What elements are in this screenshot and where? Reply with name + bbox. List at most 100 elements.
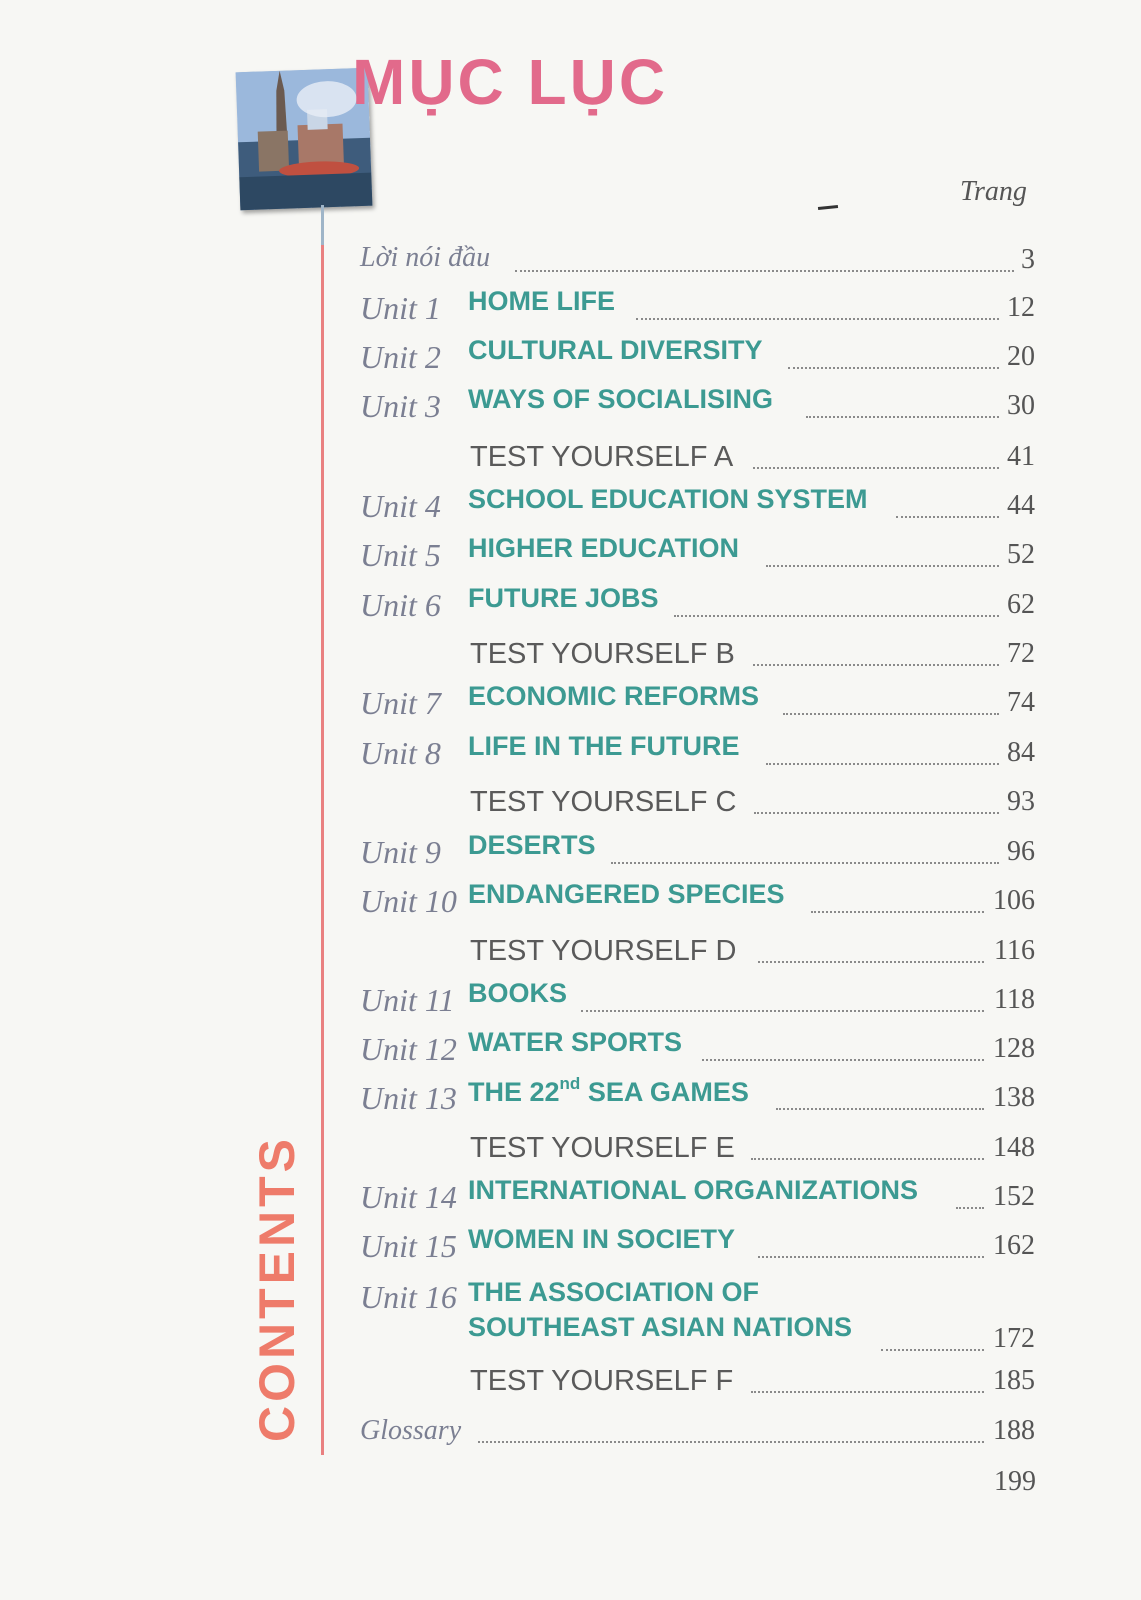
leader-dots	[766, 563, 999, 567]
toc-row: Unit 6 FUTURE JOBS 62	[360, 583, 1035, 623]
leader-dots	[753, 662, 999, 666]
test-title: TEST YOURSELF A	[470, 441, 734, 473]
leader-dots	[811, 909, 984, 913]
leader-dots	[753, 465, 999, 469]
preface-label: Lời nói đầu	[360, 242, 491, 273]
leader-dots	[478, 1439, 984, 1443]
toc-row: Unit 1 HOME LIFE 12	[360, 286, 1035, 326]
page-title: MỤC LỤC	[352, 46, 669, 118]
page-ref: 41	[1007, 441, 1035, 472]
page-ref: 162	[993, 1230, 1035, 1261]
test-title: TEST YOURSELF E	[470, 1132, 735, 1164]
unit-label: Unit 1	[360, 290, 441, 326]
unit-label: Unit 16	[360, 1279, 457, 1315]
toc-row: Unit 15 WOMEN IN SOCIETY 162	[360, 1224, 1035, 1264]
glossary-label: Glossary	[360, 1415, 462, 1446]
toc-row: Glossary 188	[360, 1409, 1035, 1449]
page-ref: 188	[993, 1415, 1035, 1446]
page-ref: 20	[1007, 341, 1035, 372]
unit-title: HOME LIFE	[468, 286, 615, 316]
page-ref: 116	[994, 935, 1035, 966]
unit-label: Unit 13	[360, 1080, 457, 1116]
leader-dots	[766, 761, 999, 765]
unit-title: WOMEN IN SOCIETY	[468, 1224, 736, 1254]
side-label: CONTENTS	[249, 1135, 305, 1442]
page-ref: 93	[1007, 786, 1035, 817]
unit-label: Unit 11	[360, 982, 455, 1018]
page-ref: 52	[1007, 539, 1035, 570]
page-ref: 152	[993, 1181, 1035, 1212]
toc-row: Unit 9 DESERTS 96	[360, 830, 1035, 870]
toc-row: Unit 8 LIFE IN THE FUTURE 84	[360, 731, 1035, 771]
unit-title: HIGHER EDUCATION	[468, 533, 740, 563]
leader-dots	[751, 1389, 984, 1393]
leader-dots	[754, 810, 999, 814]
unit-title: ECONOMIC REFORMS	[468, 681, 760, 711]
leader-dots	[881, 1347, 984, 1351]
unit-title: FUTURE JOBS	[468, 583, 659, 613]
leader-dots	[788, 365, 999, 369]
toc-row: Unit 4 SCHOOL EDUCATION SYSTEM 44	[360, 484, 1035, 524]
toc-row: Unit 3 WAYS OF SOCIALISING 30	[360, 384, 1035, 424]
unit-label: Unit 14	[360, 1179, 457, 1215]
test-title: TEST YOURSELF C	[470, 786, 737, 818]
page-ref: 118	[994, 984, 1035, 1015]
page-ref: 185	[993, 1365, 1035, 1396]
page-ref: 148	[993, 1132, 1035, 1163]
unit-label: Unit 9	[360, 834, 441, 870]
unit-title: WATER SPORTS	[468, 1027, 683, 1057]
toc-row: TEST YOURSELF B 72	[360, 632, 1035, 672]
page-ref: 106	[993, 885, 1035, 916]
stray-mark	[817, 204, 839, 211]
test-title: TEST YOURSELF B	[470, 638, 735, 670]
unit-title: LIFE IN THE FUTURE	[468, 731, 740, 761]
unit-label: Unit 2	[360, 339, 441, 375]
unit-title: THE 22nd SEA GAMES	[468, 1074, 749, 1107]
leader-dots	[636, 316, 999, 320]
leader-dots	[783, 711, 999, 715]
toc-row: Unit 10 ENDANGERED SPECIES 106	[360, 879, 1035, 919]
leader-dots	[758, 1254, 984, 1258]
toc-row: Unit 2 CULTURAL DIVERSITY 20	[360, 335, 1035, 375]
leader-dots	[896, 514, 999, 518]
leader-dots	[674, 613, 999, 617]
page-ref: 128	[993, 1033, 1035, 1064]
test-title: TEST YOURSELF F	[470, 1365, 734, 1397]
toc-row: TEST YOURSELF C 93	[360, 780, 1035, 820]
unit-label: Unit 15	[360, 1228, 457, 1264]
toc-row: TEST YOURSELF F 185	[360, 1359, 1035, 1399]
toc-row: Unit 14 INTERNATIONAL ORGANIZATIONS 152	[360, 1175, 1035, 1215]
leader-dots	[758, 959, 984, 963]
unit-title: DESERTS	[468, 830, 596, 860]
toc-row: TEST YOURSELF A 41	[360, 435, 1035, 475]
leader-dots	[581, 1008, 984, 1012]
unit-title: BOOKS	[468, 978, 568, 1008]
toc-row: Lời nói đầu 3	[360, 238, 1035, 278]
unit-title: THE ASSOCIATION OF SOUTHEAST ASIAN NATION…	[468, 1277, 853, 1342]
leader-dots	[806, 414, 999, 418]
page-ref: 12	[1007, 292, 1035, 323]
unit-title: INTERNATIONAL ORGANIZATIONS	[468, 1175, 918, 1205]
vertical-rule	[321, 205, 324, 1455]
page-ref: 62	[1007, 589, 1035, 620]
page-ref: 3	[1021, 244, 1035, 275]
page-ref: 84	[1007, 737, 1035, 768]
toc-row: Unit 13 THE 22nd SEA GAMES 138	[360, 1074, 1035, 1116]
page-ref: 44	[1007, 490, 1035, 521]
leader-dots	[956, 1205, 984, 1209]
unit-label: Unit 8	[360, 735, 441, 771]
toc-row: TEST YOURSELF E 148	[360, 1126, 1035, 1166]
toc-row: TEST YOURSELF D 116	[360, 929, 1035, 969]
page-number: 199	[994, 1466, 1036, 1497]
toc-row: Unit 12 WATER SPORTS 128	[360, 1027, 1035, 1067]
test-title: TEST YOURSELF D	[470, 935, 737, 967]
leader-dots	[776, 1106, 984, 1110]
leader-dots	[611, 860, 999, 864]
leader-dots	[702, 1057, 984, 1061]
unit-title: WAYS OF SOCIALISING	[468, 384, 774, 414]
toc-row: Unit 5 HIGHER EDUCATION 52	[360, 533, 1035, 573]
toc-row: Unit 16 THE ASSOCIATION OF SOUTHEAST ASIAN…	[360, 1275, 1035, 1355]
leader-dots	[751, 1156, 984, 1160]
unit-title: CULTURAL DIVERSITY	[468, 335, 763, 365]
unit-label: Unit 6	[360, 587, 441, 623]
